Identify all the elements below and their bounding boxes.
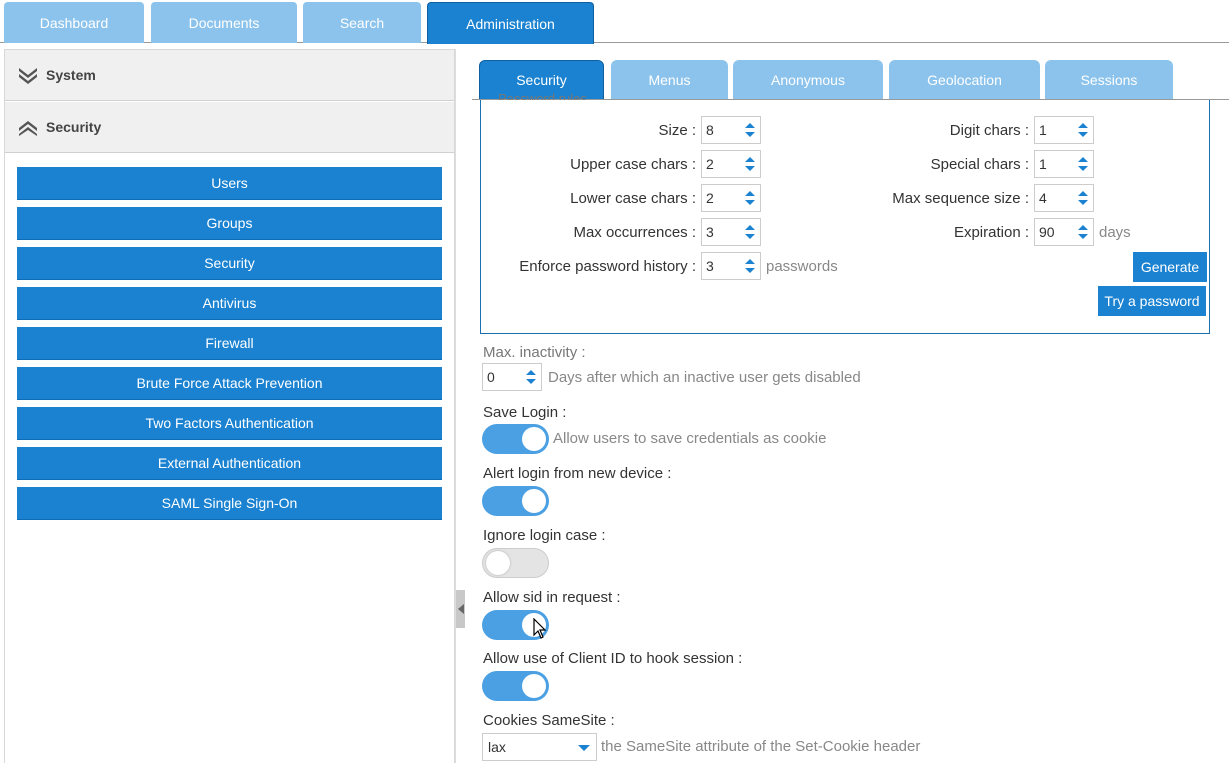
subtab-geolocation[interactable]: Geolocation (889, 60, 1040, 100)
subtab-sessions[interactable]: Sessions (1045, 60, 1173, 100)
size-stepper[interactable]: 8 (701, 116, 761, 144)
max-inactivity-label: Max. inactivity : (483, 344, 586, 361)
lower-case-stepper[interactable]: 2 (701, 184, 761, 212)
digit-chars-label: Digit chars : (949, 122, 1029, 139)
alert-login-toggle[interactable] (482, 486, 549, 516)
tab-administration[interactable]: Administration (427, 2, 594, 44)
section-security-label: Security (46, 119, 102, 135)
collapse-handle[interactable] (456, 590, 465, 628)
menu-brute-force[interactable]: Brute Force Attack Prevention (17, 367, 442, 400)
main-tab-bar: Dashboard Documents Search Administratio… (0, 0, 1229, 44)
section-system-label: System (46, 67, 96, 83)
chevron-left-icon (457, 604, 464, 614)
tab-dashboard[interactable]: Dashboard (4, 2, 144, 43)
size-label: Size : (658, 122, 696, 139)
upper-case-label: Upper case chars : (570, 156, 696, 173)
subtab-menus[interactable]: Menus (611, 60, 728, 100)
tab-documents[interactable]: Documents (151, 2, 297, 43)
special-chars-label: Special chars : (930, 156, 1029, 173)
expiration-unit: days (1099, 224, 1131, 241)
samesite-desc: the SameSite attribute of the Set-Cookie… (601, 738, 921, 755)
subtab-anonymous[interactable]: Anonymous (733, 60, 883, 100)
upper-case-stepper[interactable]: 2 (701, 150, 761, 178)
password-history-unit: passwords (766, 258, 838, 275)
menu-external-auth[interactable]: External Authentication (17, 447, 442, 480)
section-system[interactable]: System (5, 50, 454, 101)
allow-sid-label: Allow sid in request : (483, 589, 621, 606)
menu-security[interactable]: Security (17, 247, 442, 280)
alert-login-label: Alert login from new device : (483, 465, 672, 482)
password-rules-legend: Password rules (498, 92, 587, 100)
client-id-label: Allow use of Client ID to hook session : (483, 650, 743, 667)
save-login-label: Save Login : (483, 404, 567, 421)
password-history-stepper[interactable]: 3 (701, 252, 761, 280)
samesite-select[interactable]: lax (482, 733, 597, 761)
expiration-stepper[interactable]: 90 (1034, 218, 1094, 246)
menu-two-factors[interactable]: Two Factors Authentication (17, 407, 442, 440)
panel-splitter[interactable] (455, 49, 465, 763)
admin-sidebar: System Security Users Groups Security An… (4, 49, 455, 763)
max-inactivity-stepper[interactable]: 0 (482, 363, 542, 391)
expiration-label: Expiration : (953, 224, 1029, 241)
ignore-case-toggle[interactable] (482, 548, 549, 578)
max-inactivity-desc: Days after which an inactive user gets d… (548, 369, 861, 386)
generate-button[interactable]: Generate (1133, 252, 1207, 282)
special-chars-stepper[interactable]: 1 (1034, 150, 1094, 178)
menu-users[interactable]: Users (17, 167, 442, 200)
menu-saml-sso[interactable]: SAML Single Sign-On (17, 487, 442, 520)
password-history-label: Enforce password history : (519, 258, 696, 275)
samesite-label: Cookies SameSite : (483, 712, 615, 729)
menu-antivirus[interactable]: Antivirus (17, 287, 442, 320)
digit-chars-stepper[interactable]: 1 (1034, 116, 1094, 144)
double-chevron-up-icon (18, 117, 38, 137)
caret-down-icon (578, 745, 590, 751)
max-sequence-stepper[interactable]: 4 (1034, 184, 1094, 212)
try-password-button[interactable]: Try a password (1098, 286, 1206, 316)
save-login-desc: Allow users to save credentials as cooki… (553, 430, 827, 447)
max-occurrences-label: Max occurrences : (573, 224, 696, 241)
menu-groups[interactable]: Groups (17, 207, 442, 240)
double-chevron-down-icon (18, 65, 38, 85)
mouse-pointer-icon (533, 618, 547, 639)
lower-case-label: Lower case chars : (570, 190, 696, 207)
max-occurrences-stepper[interactable]: 3 (701, 218, 761, 246)
section-security[interactable]: Security (5, 102, 454, 153)
client-id-toggle[interactable] (482, 671, 549, 701)
ignore-case-label: Ignore login case : (483, 527, 606, 544)
tab-search[interactable]: Search (303, 2, 421, 43)
max-sequence-label: Max sequence size : (892, 190, 1029, 207)
menu-firewall[interactable]: Firewall (17, 327, 442, 360)
save-login-toggle[interactable] (482, 424, 549, 454)
